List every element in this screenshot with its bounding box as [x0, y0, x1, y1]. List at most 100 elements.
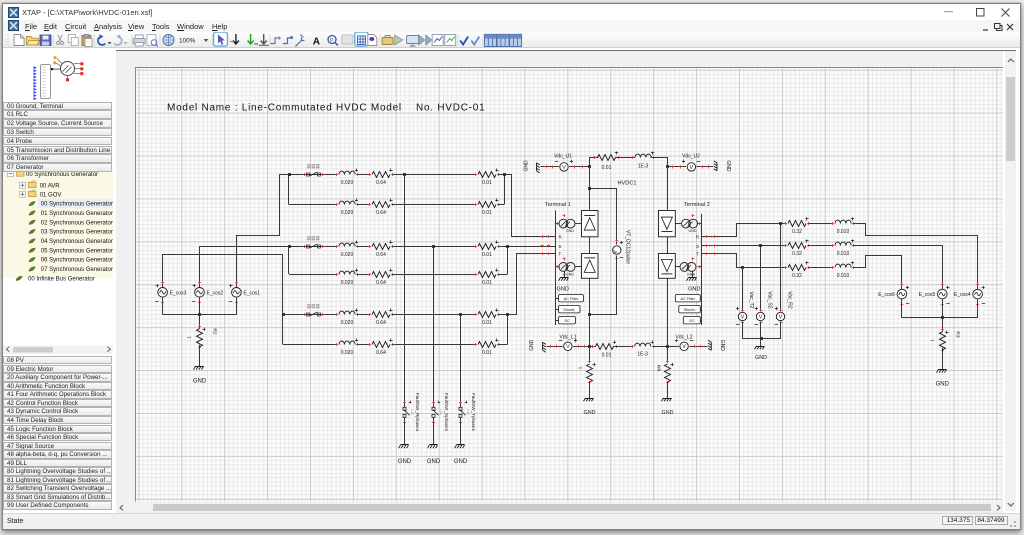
svg-text:00 Infinite Bus Generator: 00 Infinite Bus Generator — [28, 276, 95, 282]
svg-text:1ms: 1ms — [410, 409, 414, 415]
svg-text:R2: R2 — [212, 328, 218, 334]
svg-text:04 Synchronous Generator: 04 Synchronous Generator — [41, 239, 113, 245]
svg-text:0.01: 0.01 — [482, 210, 492, 216]
svg-text:0.01: 0.01 — [602, 352, 612, 358]
svg-text:E_cos3: E_cos3 — [170, 290, 187, 296]
svg-text:0.020: 0.020 — [341, 350, 354, 356]
svg-text:0.020: 0.020 — [341, 210, 354, 216]
svg-text:Terminal 1: Terminal 1 — [545, 202, 571, 208]
svg-text:0.01: 0.01 — [482, 320, 492, 326]
svg-text:0.01: 0.01 — [482, 252, 492, 258]
svg-text:HVDC1: HVDC1 — [618, 181, 637, 187]
svg-text:0.64: 0.64 — [376, 180, 386, 186]
svg-text:0.01: 0.01 — [482, 350, 492, 356]
svg-text:GND: GND — [936, 382, 950, 388]
svg-text:FaultSW_Sphase1: FaultSW_Sphase1 — [444, 393, 449, 432]
svg-text:0.64: 0.64 — [376, 280, 386, 286]
svg-text:V: V — [562, 165, 566, 171]
svg-text:0.01: 0.01 — [482, 280, 492, 286]
svg-text:Vac_R2: Vac_R2 — [787, 291, 793, 309]
svg-text:01 GOV: 01 GOV — [40, 192, 62, 198]
svg-text:0.64: 0.64 — [376, 320, 386, 326]
svg-text:V: V — [613, 250, 619, 254]
svg-text:1ms: 1ms — [466, 409, 470, 415]
svg-text:0.64: 0.64 — [376, 252, 386, 258]
svg-text:Vac_T2: Vac_T2 — [748, 292, 754, 309]
svg-text:S: S — [559, 244, 562, 249]
svg-text:100%: 100% — [179, 37, 196, 44]
svg-text:1: 1 — [930, 339, 936, 342]
svg-text:Vac_S2: Vac_S2 — [767, 291, 773, 308]
svg-text:1E-3: 1E-3 — [638, 164, 649, 170]
svg-text:AC Filter: AC Filter — [564, 297, 580, 301]
svg-text:Vdc_L2: Vdc_L2 — [676, 335, 693, 341]
svg-text:E_cos5: E_cos5 — [919, 292, 936, 298]
svg-text:Vdc_U2: Vdc_U2 — [682, 154, 700, 160]
svg-text:V: V — [759, 314, 763, 320]
svg-text:01 Synchronous Generator: 01 Synchronous Generator — [41, 211, 113, 217]
svg-text:FaultSW_Tphase1: FaultSW_Tphase1 — [471, 393, 476, 431]
svg-text:00 Synchronous Generator: 00 Synchronous Generator — [26, 172, 98, 178]
svg-text:00 Synchronous Generator: 00 Synchronous Generator — [41, 202, 113, 208]
svg-text:GND: GND — [725, 160, 731, 172]
svg-text:06 Synchronous Generator: 06 Synchronous Generator — [41, 258, 113, 264]
svg-text:T: T — [559, 252, 562, 257]
svg-text:Model Name : Line-Commutated H: Model Name : Line-Commutated HVDC Model … — [167, 103, 485, 114]
svg-text:GND: GND — [719, 340, 725, 352]
svg-text:AC Filter: AC Filter — [680, 297, 696, 301]
svg-text:1: 1 — [578, 366, 584, 369]
svg-text:GND: GND — [557, 287, 569, 293]
svg-text:0.020: 0.020 — [341, 180, 354, 186]
svg-text:03 Synchronous Generator: 03 Synchronous Generator — [41, 230, 113, 236]
svg-text:0.020: 0.020 — [341, 252, 354, 258]
svg-text:GND: GND — [662, 410, 674, 416]
svg-text:V: V — [741, 314, 745, 320]
svg-text:1: 1 — [187, 336, 193, 339]
svg-text:SC: SC — [689, 319, 695, 323]
svg-text:V: V — [566, 344, 570, 350]
svg-text:1ms: 1ms — [439, 409, 443, 415]
svg-text:V: V — [779, 314, 783, 320]
svg-text:02 Synchronous Generator: 02 Synchronous Generator — [41, 220, 113, 226]
svg-text:0.010: 0.010 — [837, 251, 850, 257]
svg-text:0.01: 0.01 — [482, 180, 492, 186]
svg-text:R3: R3 — [955, 331, 961, 337]
svg-text:0.32: 0.32 — [792, 273, 802, 279]
svg-text:Terminal 2: Terminal 2 — [684, 202, 710, 208]
svg-text:GND: GND — [454, 459, 468, 465]
svg-text:07 Synchronous Generator: 07 Synchronous Generator — [41, 267, 113, 273]
svg-text:GND: GND — [755, 355, 767, 361]
svg-text:GND: GND — [566, 272, 574, 276]
svg-text:0.010: 0.010 — [837, 229, 850, 235]
svg-text:V: V — [690, 165, 694, 171]
svg-text:0.020: 0.020 — [341, 320, 354, 326]
svg-text:VT_DC12pulse: VT_DC12pulse — [625, 230, 631, 264]
svg-text:0.32: 0.32 — [792, 251, 802, 257]
svg-text:GND: GND — [566, 229, 574, 233]
svg-text:S: S — [696, 244, 699, 249]
svg-text:GND: GND — [529, 339, 535, 351]
svg-text:A: A — [313, 36, 320, 47]
svg-text:GND: GND — [524, 160, 530, 172]
svg-text:ShuntL: ShuntL — [684, 308, 696, 312]
svg-text:GND: GND — [689, 229, 697, 233]
svg-text:FaultSW_Rphase1: FaultSW_Rphase1 — [415, 393, 420, 432]
svg-text:05 Synchronous Generator: 05 Synchronous Generator — [41, 248, 113, 254]
svg-text:V: V — [682, 344, 686, 350]
svg-text:GND: GND — [427, 459, 441, 465]
svg-text:0.64: 0.64 — [376, 210, 386, 216]
svg-text:E_cos2: E_cos2 — [207, 290, 224, 296]
svg-text:R: R — [559, 235, 562, 240]
svg-text:E_cos6: E_cos6 — [878, 292, 895, 298]
svg-text:ShuntL: ShuntL — [563, 308, 575, 312]
svg-text:R: R — [696, 235, 699, 240]
svg-text:SC: SC — [564, 319, 570, 323]
svg-text:E_cos1: E_cos1 — [243, 290, 260, 296]
svg-text:Vdc_U1: Vdc_U1 — [554, 154, 572, 160]
svg-text:E_cos4: E_cos4 — [954, 292, 971, 298]
svg-text:9M: 9M — [657, 365, 663, 372]
svg-text:0.020: 0.020 — [341, 280, 354, 286]
svg-text:0.010: 0.010 — [837, 273, 850, 279]
svg-text:1E-3: 1E-3 — [637, 351, 648, 357]
svg-text:GND: GND — [398, 459, 412, 465]
